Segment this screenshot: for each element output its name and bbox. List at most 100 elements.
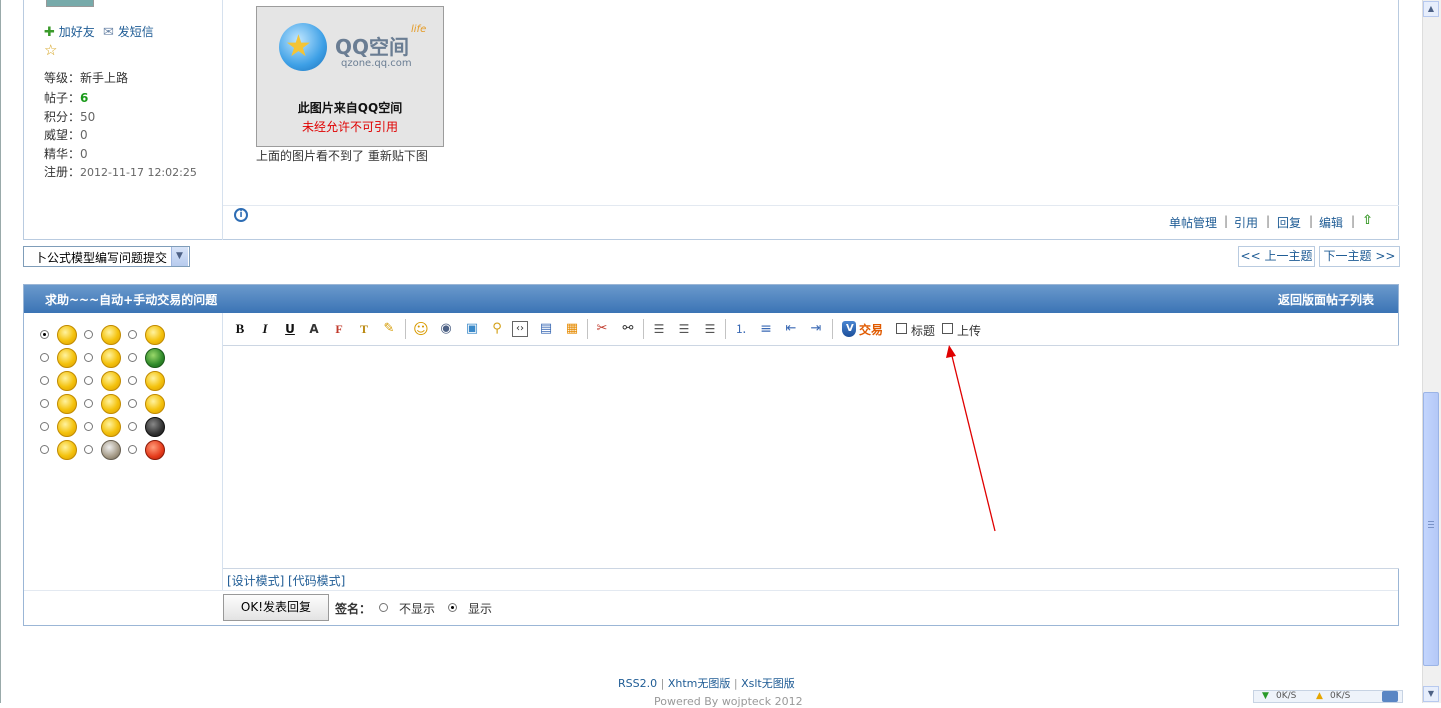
smiley-wink-icon[interactable]	[145, 325, 165, 345]
signature-hide-radio[interactable]	[379, 603, 388, 612]
smiley-radio[interactable]	[84, 422, 93, 431]
smiley-penguin-icon[interactable]	[145, 417, 165, 437]
send-message-link[interactable]: ✉ 发短信	[103, 23, 154, 40]
smiley-drool-icon[interactable]	[57, 371, 77, 391]
unordered-list-icon[interactable]: ≡	[758, 321, 774, 337]
outdent-icon[interactable]: ⇤	[783, 321, 799, 337]
smiley-radio[interactable]	[40, 399, 49, 408]
reply-editor-area[interactable]	[223, 346, 1399, 568]
smiley-sad-icon[interactable]	[101, 394, 121, 414]
scroll-up-button[interactable]: ▲	[1423, 1, 1439, 17]
bold-icon[interactable]: B	[232, 321, 248, 337]
forum-jump-selected: 卜公式模型编写问题提交	[35, 251, 168, 265]
smiley-shy-icon[interactable]	[101, 417, 121, 437]
post-body-text: 上面的图片看不到了 重新贴下图	[256, 149, 428, 163]
trade-shield-icon[interactable]: V	[841, 320, 857, 338]
smiley-surprised-icon[interactable]	[145, 371, 165, 391]
widget-menu-icon[interactable]	[1382, 691, 1398, 702]
link-icon[interactable]: ⚲	[489, 321, 505, 337]
smiley-radio[interactable]	[40, 353, 49, 362]
submit-reply-button[interactable]: OK!发表回复	[223, 594, 329, 621]
smiley-radio[interactable]	[128, 353, 137, 362]
smiley-frown-icon[interactable]	[57, 440, 77, 460]
smiley-radio[interactable]	[128, 422, 137, 431]
code-icon[interactable]: ‹›	[512, 321, 528, 337]
add-friend-link[interactable]: ✚ 加好友	[44, 23, 95, 40]
scrollbar-thumb[interactable]	[1423, 392, 1439, 666]
user-stat-key: 积分：	[44, 110, 81, 124]
signature-show-radio[interactable]	[448, 603, 457, 612]
smiley-radio[interactable]	[40, 376, 49, 385]
toolbar-separator	[405, 319, 406, 339]
xhtml-link[interactable]: Xhtm无图版	[668, 677, 731, 690]
post-manage-link[interactable]: 单帖管理	[1169, 214, 1217, 231]
face-icon[interactable]: ◉	[438, 321, 454, 337]
upload-checkbox-label: 上传	[957, 324, 982, 338]
align-center-icon[interactable]: ☰	[676, 321, 692, 337]
emoticon-icon[interactable]: ☺	[413, 321, 429, 337]
font-family-icon[interactable]: F	[331, 321, 347, 337]
info-icon[interactable]: i	[234, 208, 248, 222]
chevron-down-icon: ▼	[176, 251, 183, 261]
back-to-list-link[interactable]: 返回版面帖子列表	[1278, 291, 1374, 308]
back-to-top-icon[interactable]: ⇧	[1362, 213, 1373, 228]
smiley-radio[interactable]	[40, 422, 49, 431]
smiley-radio[interactable]	[84, 399, 93, 408]
media-icon[interactable]: ▤	[538, 321, 554, 337]
prev-topic-button[interactable]: << 上一主题	[1238, 246, 1315, 267]
image-notice-line1: 此图片来自QQ空间	[297, 101, 403, 115]
toolbar-separator	[832, 319, 833, 339]
qq-space-image[interactable]: ★ QQ空间 life qzone.qq.com 此图片来自QQ空间 未经允许不…	[256, 6, 444, 147]
smiley-radio[interactable]	[128, 330, 137, 339]
smiley-radio[interactable]	[40, 330, 49, 339]
quote-link[interactable]: 引用	[1234, 214, 1258, 231]
spellcheck-icon[interactable]: ⚯	[620, 321, 636, 337]
reply-link[interactable]: 回复	[1277, 214, 1301, 231]
table-icon[interactable]: ▦	[564, 321, 580, 337]
smiley-sleepy-icon[interactable]	[101, 371, 121, 391]
smiley-radio[interactable]	[128, 376, 137, 385]
network-speed-widget[interactable]: ▼ 0K/S ▲ 0K/S	[1253, 690, 1403, 703]
align-left-icon[interactable]: ☰	[651, 321, 667, 337]
upload-checkbox[interactable]	[942, 323, 953, 334]
select-dropdown-button[interactable]: ▼	[171, 247, 188, 266]
smiley-radio[interactable]	[128, 399, 137, 408]
edit-link[interactable]: 编辑	[1319, 214, 1343, 231]
next-topic-button[interactable]: 下一主题 >>	[1319, 246, 1400, 267]
smiley-mad-icon[interactable]	[145, 440, 165, 460]
smiley-radio[interactable]	[40, 445, 49, 454]
ordered-list-icon[interactable]: ⒈	[733, 321, 749, 337]
smiley-tongue-icon[interactable]	[101, 348, 121, 368]
user-stat-key: 精华：	[44, 147, 81, 161]
rss-link[interactable]: RSS2.0	[618, 677, 657, 690]
avatar[interactable]	[46, 0, 94, 7]
smiley-radio[interactable]	[84, 445, 93, 454]
brush-icon[interactable]: ✂	[594, 321, 610, 337]
indent-icon[interactable]: ⇥	[808, 321, 824, 337]
align-right-icon[interactable]: ☰	[702, 321, 718, 337]
image-icon[interactable]: ▣	[464, 321, 480, 337]
smiley-radio[interactable]	[128, 445, 137, 454]
highlight-icon[interactable]: ✎	[381, 321, 397, 337]
scroll-down-button[interactable]: ▼	[1423, 686, 1439, 702]
code-mode-link[interactable]: [代码模式]	[288, 572, 345, 589]
smiley-cry-icon[interactable]	[145, 394, 165, 414]
smiley-confused-icon[interactable]	[57, 394, 77, 414]
smiley-hammer-icon[interactable]	[101, 440, 121, 460]
smiley-radio[interactable]	[84, 353, 93, 362]
text-color-icon[interactable]: T	[356, 321, 372, 337]
title-checkbox[interactable]	[896, 323, 907, 334]
design-mode-link[interactable]: [设计模式]	[227, 572, 284, 589]
trade-button-label[interactable]: 交易	[859, 321, 883, 338]
underline-icon[interactable]: U	[282, 321, 298, 337]
italic-icon[interactable]: I	[257, 321, 273, 337]
smiley-angry-icon[interactable]	[57, 417, 77, 437]
smiley-smile-icon[interactable]	[57, 325, 77, 345]
font-size-icon[interactable]: A	[306, 321, 322, 337]
smiley-laugh-icon[interactable]	[101, 325, 121, 345]
smiley-radio[interactable]	[84, 330, 93, 339]
smiley-radio[interactable]	[84, 376, 93, 385]
xslt-link[interactable]: Xslt无图版	[741, 677, 795, 690]
smiley-turtle-icon[interactable]	[145, 348, 165, 368]
smiley-love-icon[interactable]	[57, 348, 77, 368]
